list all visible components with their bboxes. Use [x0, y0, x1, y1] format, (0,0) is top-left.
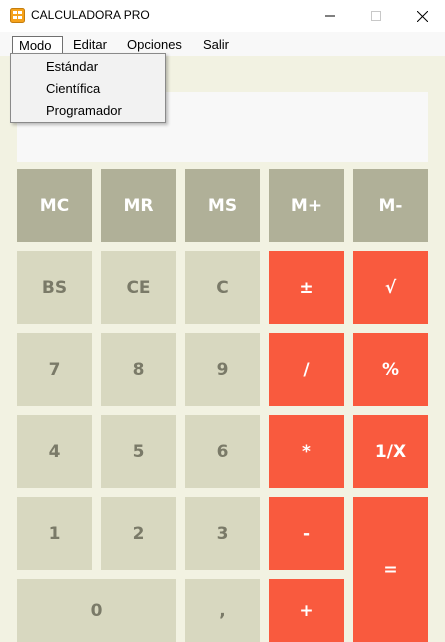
digit-6-button[interactable]: 6	[185, 415, 260, 488]
subtract-button[interactable]: -	[269, 497, 344, 570]
multiply-button[interactable]: *	[269, 415, 344, 488]
modo-dropdown-menu: Estándar Científica Programador	[10, 53, 166, 123]
digit-4-button[interactable]: 4	[17, 415, 92, 488]
digit-8-button[interactable]: 8	[101, 333, 176, 406]
menu-option-programador[interactable]: Programador	[46, 103, 122, 118]
divide-button[interactable]: /	[269, 333, 344, 406]
menu-option-estandar[interactable]: Estándar	[46, 59, 98, 74]
m-minus-button[interactable]: M-	[353, 169, 428, 242]
minimize-icon	[325, 15, 335, 17]
close-icon	[416, 10, 428, 22]
digit-1-button[interactable]: 1	[17, 497, 92, 570]
clear-button[interactable]: C	[185, 251, 260, 324]
m-plus-button[interactable]: M+	[269, 169, 344, 242]
digit-3-button[interactable]: 3	[185, 497, 260, 570]
mc-button[interactable]: MC	[17, 169, 92, 242]
menu-salir[interactable]: Salir	[203, 36, 229, 54]
digit-7-button[interactable]: 7	[17, 333, 92, 406]
maximize-button[interactable]	[353, 0, 399, 32]
sqrt-button[interactable]: √	[353, 251, 428, 324]
digit-0-button[interactable]: 0	[17, 579, 176, 642]
minimize-button[interactable]	[307, 0, 353, 32]
calculator-app-icon	[10, 8, 25, 23]
digit-5-button[interactable]: 5	[101, 415, 176, 488]
plus-minus-button[interactable]: ±	[269, 251, 344, 324]
backspace-button[interactable]: BS	[17, 251, 92, 324]
menu-option-cientifica[interactable]: Científica	[46, 81, 100, 96]
menu-editar[interactable]: Editar	[73, 36, 107, 54]
reciprocal-button[interactable]: 1/X	[353, 415, 428, 488]
title-bar[interactable]: CALCULADORA PRO	[0, 0, 445, 32]
menu-opciones[interactable]: Opciones	[127, 36, 182, 54]
menu-modo[interactable]: Modo	[12, 36, 63, 54]
mr-button[interactable]: MR	[101, 169, 176, 242]
equals-button[interactable]: =	[353, 497, 428, 642]
close-button[interactable]	[399, 0, 445, 32]
maximize-icon	[371, 11, 381, 21]
decimal-comma-button[interactable]: ,	[185, 579, 260, 642]
ms-button[interactable]: MS	[185, 169, 260, 242]
clear-entry-button[interactable]: CE	[101, 251, 176, 324]
digit-9-button[interactable]: 9	[185, 333, 260, 406]
digit-2-button[interactable]: 2	[101, 497, 176, 570]
window-title: CALCULADORA PRO	[31, 8, 150, 22]
add-button[interactable]: +	[269, 579, 344, 642]
percent-button[interactable]: %	[353, 333, 428, 406]
